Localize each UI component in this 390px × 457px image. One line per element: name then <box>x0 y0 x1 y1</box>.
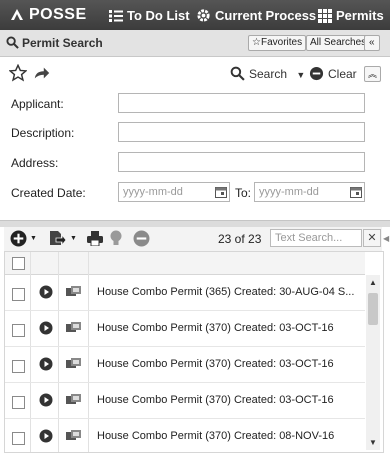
favorites-label: Favorites <box>260 37 303 48</box>
table-row[interactable]: House Combo Permit (370) Created: 08-NOV… <box>5 419 365 452</box>
play-icon[interactable] <box>39 357 53 371</box>
row-description: House Combo Permit (370) Created: 03-OCT… <box>97 322 334 334</box>
row-checkbox[interactable] <box>12 432 25 445</box>
address-field[interactable] <box>118 152 365 172</box>
caret-down-icon[interactable]: ▼ <box>296 70 305 80</box>
table-row[interactable]: House Combo Permit (365) Created: 30-AUG… <box>5 275 365 311</box>
description-label: Description: <box>11 126 75 140</box>
list-icon <box>109 10 123 22</box>
nav-current-process[interactable]: Current Process <box>196 8 316 23</box>
star-icon: ☆ <box>252 37 261 48</box>
play-icon[interactable] <box>39 321 53 335</box>
date-from-placeholder: yyyy-mm-dd <box>123 186 183 198</box>
panel-title: Permit Search <box>6 36 103 50</box>
row-description: House Combo Permit (365) Created: 30-AUG… <box>97 286 355 298</box>
table-row[interactable]: House Combo Permit (370) Created: 03-OCT… <box>5 347 365 383</box>
nav-to-do-list-label: To Do List <box>127 8 190 23</box>
clear-button-label: Clear <box>328 67 357 81</box>
created-date-label: Created Date: <box>11 186 86 200</box>
share-icon[interactable] <box>33 64 51 82</box>
export-icon[interactable] <box>48 229 66 247</box>
double-chevron-up-icon: ︽ <box>368 69 378 79</box>
clear-button[interactable]: Clear <box>309 66 357 81</box>
favorites-button[interactable]: ☆Favorites <box>248 35 307 51</box>
all-searches-button[interactable]: All Searches <box>306 35 371 51</box>
lightbulb-icon[interactable] <box>110 230 122 247</box>
permit-stamp-icon <box>66 286 81 296</box>
collapse-panel-button[interactable]: « <box>364 35 380 51</box>
row-description: House Combo Permit (370) Created: 03-OCT… <box>97 358 334 370</box>
panel-separator <box>0 220 390 227</box>
minus-circle-icon <box>309 66 324 81</box>
nav-permits-label: Permits <box>336 8 384 23</box>
nav-to-do-list[interactable]: To Do List <box>109 8 190 23</box>
search-toolbar: Search ▼ Clear ︽ <box>0 57 390 89</box>
panel-title-label: Permit Search <box>22 36 103 50</box>
row-description: House Combo Permit (370) Created: 08-NOV… <box>97 430 335 442</box>
permit-stamp-icon <box>66 322 81 332</box>
table-row[interactable]: House Combo Permit (370) Created: 03-OCT… <box>5 311 365 347</box>
calendar-icon[interactable] <box>215 186 227 198</box>
results-grid: House Combo Permit (365) Created: 30-AUG… <box>4 251 384 453</box>
collapse-criteria-button[interactable]: ︽ <box>364 66 382 82</box>
row-checkbox[interactable] <box>12 324 25 337</box>
text-search-placeholder: Text Search... <box>275 232 343 244</box>
search-button[interactable]: Search ▼ <box>230 66 305 81</box>
play-icon[interactable] <box>39 429 53 443</box>
date-to-placeholder: yyyy-mm-dd <box>259 186 319 198</box>
search-icon <box>6 36 19 49</box>
row-checkbox[interactable] <box>12 396 25 409</box>
play-icon[interactable] <box>39 285 53 299</box>
row-checkbox[interactable] <box>12 360 25 373</box>
permit-stamp-icon <box>66 394 81 404</box>
posse-logo-icon <box>11 9 23 20</box>
remove-circle-icon[interactable] <box>133 230 150 247</box>
applicant-field[interactable] <box>118 93 365 113</box>
caret-down-icon[interactable]: ▼ <box>70 235 77 242</box>
caret-down-icon[interactable]: ▼ <box>30 235 37 242</box>
row-description: House Combo Permit (370) Created: 03-OCT… <box>97 394 334 406</box>
scrollbar-thumb[interactable] <box>368 293 378 325</box>
text-search-input[interactable]: Text Search... <box>270 229 362 247</box>
calendar-icon[interactable] <box>350 186 362 198</box>
scroll-down-arrow-icon[interactable]: ▼ <box>369 438 377 447</box>
applicant-label: Applicant: <box>11 97 64 111</box>
created-date-from-field[interactable]: yyyy-mm-dd <box>118 182 230 202</box>
side-panel-toggle-icon[interactable]: ◀ <box>383 234 389 243</box>
play-icon[interactable] <box>39 393 53 407</box>
description-field[interactable] <box>118 122 365 142</box>
all-searches-label: All Searches <box>310 37 367 48</box>
grid-toolbar: ▼ ▼ 23 of 23 Text Search... ✕ <box>4 227 382 252</box>
address-label: Address: <box>11 156 59 170</box>
result-count: 23 of 23 <box>218 232 262 246</box>
gear-icon <box>197 9 210 22</box>
row-checkbox[interactable] <box>12 288 25 301</box>
brand[interactable]: POSSE <box>10 6 87 24</box>
vertical-scrollbar[interactable]: ▲ ▼ <box>366 275 380 450</box>
printer-icon[interactable] <box>87 231 103 246</box>
add-circle-icon[interactable] <box>10 230 27 247</box>
created-date-to-field[interactable]: yyyy-mm-dd <box>254 182 365 202</box>
table-row[interactable]: House Combo Permit (370) Created: 03-OCT… <box>5 383 365 419</box>
collapse-label: « <box>369 37 375 48</box>
grid-header <box>5 252 365 275</box>
permit-stamp-icon <box>66 358 81 368</box>
to-label: To: <box>235 186 252 200</box>
search-icon <box>230 66 245 81</box>
panel-header: Permit Search ☆Favorites All Searches « <box>0 30 390 57</box>
select-all-checkbox[interactable] <box>12 257 25 270</box>
clear-text-search-button[interactable]: ✕ <box>363 229 381 247</box>
search-button-label: Search <box>249 67 288 81</box>
brand-label: POSSE <box>29 6 87 23</box>
close-icon: ✕ <box>367 232 377 244</box>
top-navigation-bar: POSSE To Do List Current Process Permits <box>0 0 390 30</box>
grid-icon <box>318 9 332 23</box>
scroll-up-arrow-icon[interactable]: ▲ <box>369 278 377 287</box>
permit-stamp-icon <box>66 430 81 440</box>
nav-current-process-label: Current Process <box>215 8 317 23</box>
star-outline-icon[interactable] <box>9 64 27 82</box>
nav-permits[interactable]: Permits <box>318 8 384 23</box>
